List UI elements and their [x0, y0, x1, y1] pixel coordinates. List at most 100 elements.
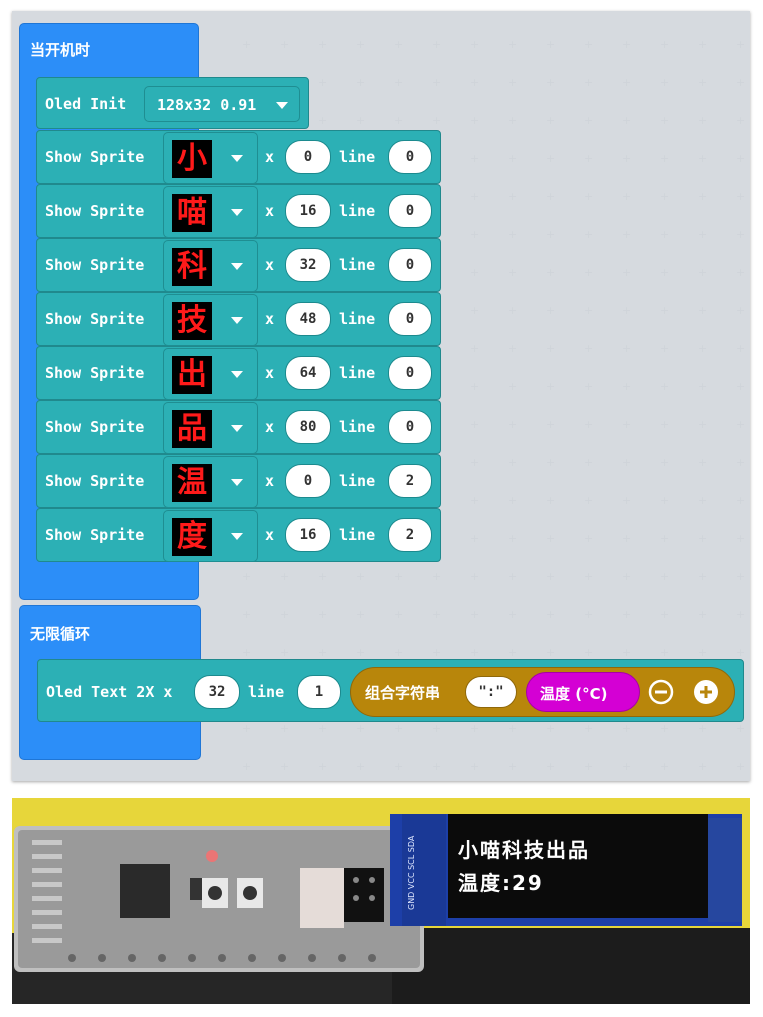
grid-mark: +: [394, 38, 404, 51]
join-string-block[interactable]: 组合字符串 ":" 温度 (°C): [350, 667, 735, 717]
grid-mark: +: [470, 570, 480, 583]
show-sprite-block[interactable]: Show Sprite 喵 x 16 line 0: [36, 184, 441, 238]
show-sprite-block[interactable]: Show Sprite 度 x 16 line 2: [36, 508, 441, 562]
oled-text-block[interactable]: Oled Text 2X x 32 line 1 组合字符串 ":" 温度 (°…: [37, 659, 744, 722]
sprite-x-input[interactable]: 16: [285, 194, 331, 228]
sprite-x-label: x: [265, 418, 275, 436]
sprite-x-input[interactable]: 16: [285, 518, 331, 552]
grid-mark: +: [470, 76, 480, 89]
workspace-canvas[interactable]: + + + + + + + + + + + + + + + + + + + + + + + + + + + + + + + + + + + + + + + +…: [12, 11, 750, 781]
grid-mark: +: [470, 722, 480, 735]
grid-mark: +: [660, 114, 670, 127]
show-sprite-label: Show Sprite: [45, 202, 145, 220]
grid-mark: +: [736, 190, 746, 203]
sprite-dropdown[interactable]: 科: [163, 240, 258, 292]
grid-mark: +: [622, 76, 632, 89]
sprite-x-input[interactable]: 80: [285, 410, 331, 444]
grid-mark: +: [470, 456, 480, 469]
show-sprite-block[interactable]: Show Sprite 科 x 32 line 0: [36, 238, 441, 292]
sprite-x-value: 32: [299, 257, 317, 273]
display-dropdown-value: 128x32 0.91: [157, 96, 257, 114]
grid-mark: +: [584, 38, 594, 51]
show-sprite-block[interactable]: Show Sprite 品 x 80 line 0: [36, 400, 441, 454]
show-sprite-label: Show Sprite: [45, 364, 145, 382]
show-sprite-block[interactable]: Show Sprite 小 x 0 line 0: [36, 130, 441, 184]
sprite-x-input[interactable]: 0: [285, 140, 331, 174]
grid-mark: +: [622, 418, 632, 431]
oled-text-x-value: 32: [208, 684, 226, 700]
join-string-text-input[interactable]: ":": [465, 676, 517, 708]
sprite-line-input[interactable]: 2: [388, 518, 432, 552]
grid-mark: +: [622, 228, 632, 241]
sprite-x-label: x: [265, 310, 275, 328]
grid-mark: +: [508, 38, 518, 51]
grid-mark: +: [508, 76, 518, 89]
sprite-line-label: line: [339, 256, 376, 274]
sprite-x-input[interactable]: 64: [285, 356, 331, 390]
oled-init-label: Oled Init: [45, 95, 127, 113]
temperature-block[interactable]: 温度 (°C): [526, 672, 640, 712]
oled-init-block[interactable]: Oled Init 128x32 0.91: [36, 77, 309, 129]
sprite-dropdown[interactable]: 品: [163, 402, 258, 454]
sprite-dropdown[interactable]: 小: [163, 132, 258, 184]
sprite-line-input[interactable]: 0: [388, 410, 432, 444]
show-sprite-block[interactable]: Show Sprite 出 x 64 line 0: [36, 346, 441, 400]
oled-text-x-input[interactable]: 32: [194, 675, 240, 709]
sprite-x-input[interactable]: 48: [285, 302, 331, 336]
grid-mark: +: [470, 266, 480, 279]
sprite-glyph: 喵: [172, 194, 212, 232]
sprite-line-input[interactable]: 2: [388, 464, 432, 498]
sprite-dropdown[interactable]: 喵: [163, 186, 258, 238]
sprite-x-value: 0: [303, 149, 313, 165]
sprite-line-value: 0: [405, 311, 415, 327]
oled-text-line-input[interactable]: 1: [297, 675, 341, 709]
sprite-dropdown[interactable]: 度: [163, 510, 258, 562]
grid-mark: +: [432, 114, 442, 127]
grid-mark: +: [470, 380, 480, 393]
sprite-line-input[interactable]: 0: [388, 356, 432, 390]
grid-mark: +: [736, 646, 746, 659]
grid-mark: +: [622, 532, 632, 545]
sprite-line-input[interactable]: 0: [388, 140, 432, 174]
sprite-dropdown[interactable]: 出: [163, 348, 258, 400]
grid-mark: +: [736, 114, 746, 127]
grid-mark: +: [508, 152, 518, 165]
grid-mark: +: [736, 152, 746, 165]
sprite-line-value: 2: [405, 473, 415, 489]
grid-mark: +: [660, 646, 670, 659]
sprite-x-input[interactable]: 0: [285, 464, 331, 498]
sprite-dropdown[interactable]: 技: [163, 294, 258, 346]
grid-mark: +: [660, 532, 670, 545]
grid-mark: +: [508, 418, 518, 431]
sprite-x-input[interactable]: 32: [285, 248, 331, 282]
grid-mark: +: [508, 456, 518, 469]
grid-mark: +: [280, 646, 290, 659]
sprite-line-value: 0: [405, 419, 415, 435]
grid-mark: +: [432, 570, 442, 583]
display-dropdown[interactable]: 128x32 0.91: [144, 86, 300, 122]
sprite-x-label: x: [265, 472, 275, 490]
sprite-x-value: 16: [299, 203, 317, 219]
hardware-photo: GND VCC SCL SDA 小喵科技出品 温度:29: [12, 798, 750, 1004]
grid-mark: +: [508, 228, 518, 241]
grid-mark: +: [356, 76, 366, 89]
sprite-line-value: 0: [405, 257, 415, 273]
grid-mark: +: [432, 646, 442, 659]
chevron-down-icon: [231, 317, 243, 324]
grid-mark: +: [584, 494, 594, 507]
sprite-dropdown[interactable]: 温: [163, 456, 258, 508]
grid-mark: +: [546, 570, 556, 583]
show-sprite-block[interactable]: Show Sprite 温 x 0 line 2: [36, 454, 441, 508]
grid-mark: +: [470, 190, 480, 203]
grid-mark: +: [698, 342, 708, 355]
add-input-icon[interactable]: [693, 679, 719, 705]
sprite-line-input[interactable]: 0: [388, 248, 432, 282]
grid-mark: +: [584, 532, 594, 545]
grid-mark: +: [546, 342, 556, 355]
sprite-line-label: line: [339, 364, 376, 382]
remove-input-icon[interactable]: [648, 679, 674, 705]
sprite-line-input[interactable]: 0: [388, 302, 432, 336]
grid-mark: +: [280, 608, 290, 621]
sprite-line-input[interactable]: 0: [388, 194, 432, 228]
show-sprite-block[interactable]: Show Sprite 技 x 48 line 0: [36, 292, 441, 346]
